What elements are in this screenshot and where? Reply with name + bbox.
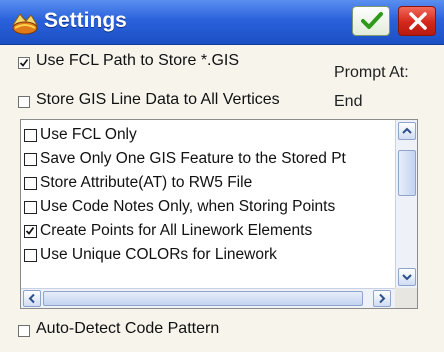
scrollbar-corner: [395, 288, 417, 308]
prompt-at-value[interactable]: End: [334, 93, 362, 111]
scroll-down-button[interactable]: [398, 268, 416, 286]
auto-detect-label: Auto-Detect Code Pattern: [36, 320, 220, 337]
list-item-label: Use Code Notes Only, when Storing Points: [40, 198, 336, 215]
chevron-up-icon: [399, 126, 415, 143]
listbox-viewport: Use FCL Only Save Only One GIS Feature to…: [21, 120, 395, 288]
list-item[interactable]: Use Unique COLORs for Linework: [21, 244, 395, 268]
list-item[interactable]: Use FCL Only: [21, 124, 395, 148]
auto-detect-checkbox[interactable]: [18, 325, 30, 337]
store-gis-line-label: Store GIS Line Data to All Vertices: [36, 91, 280, 108]
list-item-checkbox[interactable]: [24, 129, 37, 142]
store-gis-line-checkbox[interactable]: [18, 96, 30, 108]
gis-settings-icon: [10, 8, 40, 36]
scroll-up-button[interactable]: [398, 122, 416, 140]
close-button[interactable]: [398, 6, 436, 36]
list-item-checkbox[interactable]: [24, 201, 37, 214]
list-item-label: Save Only One GIS Feature to the Stored …: [40, 150, 346, 167]
chevron-left-icon: [24, 293, 40, 308]
vertical-scrollbar[interactable]: [395, 120, 417, 288]
scroll-left-button[interactable]: [23, 290, 41, 307]
list-item-label: Use Unique COLORs for Linework: [40, 246, 277, 263]
list-item-label: Use FCL Only: [40, 126, 137, 143]
title-bar: Settings: [0, 0, 444, 45]
window-title: Settings: [44, 9, 127, 32]
use-fcl-path-label: Use FCL Path to Store *.GIS: [36, 52, 240, 69]
chevron-right-icon: [374, 293, 390, 308]
horizontal-scrollbar[interactable]: [21, 288, 395, 308]
prompt-at-label: Prompt At:: [334, 64, 409, 81]
list-item-checkbox[interactable]: [24, 177, 37, 190]
ok-button[interactable]: [352, 6, 390, 36]
scroll-right-button[interactable]: [373, 290, 391, 307]
options-listbox[interactable]: Use FCL Only Save Only One GIS Feature to…: [20, 119, 418, 309]
list-item-checkbox[interactable]: [24, 249, 37, 262]
list-item-checkbox[interactable]: [24, 225, 37, 238]
list-item[interactable]: Use Code Notes Only, when Storing Points: [21, 196, 395, 220]
list-item[interactable]: Store Attribute(AT) to RW5 File: [21, 172, 395, 196]
list-item-label: Create Points for All Linework Elements: [40, 222, 313, 239]
chevron-down-icon: [399, 272, 415, 289]
vertical-scroll-thumb[interactable]: [398, 150, 416, 196]
list-item[interactable]: Create Points for All Linework Elements: [21, 220, 395, 244]
use-fcl-path-checkbox[interactable]: [18, 57, 30, 69]
horizontal-scroll-thumb[interactable]: [43, 291, 363, 306]
list-item-label: Store Attribute(AT) to RW5 File: [40, 174, 253, 191]
list-item-checkbox[interactable]: [24, 153, 37, 166]
list-item[interactable]: Save Only One GIS Feature to the Stored …: [21, 148, 395, 172]
